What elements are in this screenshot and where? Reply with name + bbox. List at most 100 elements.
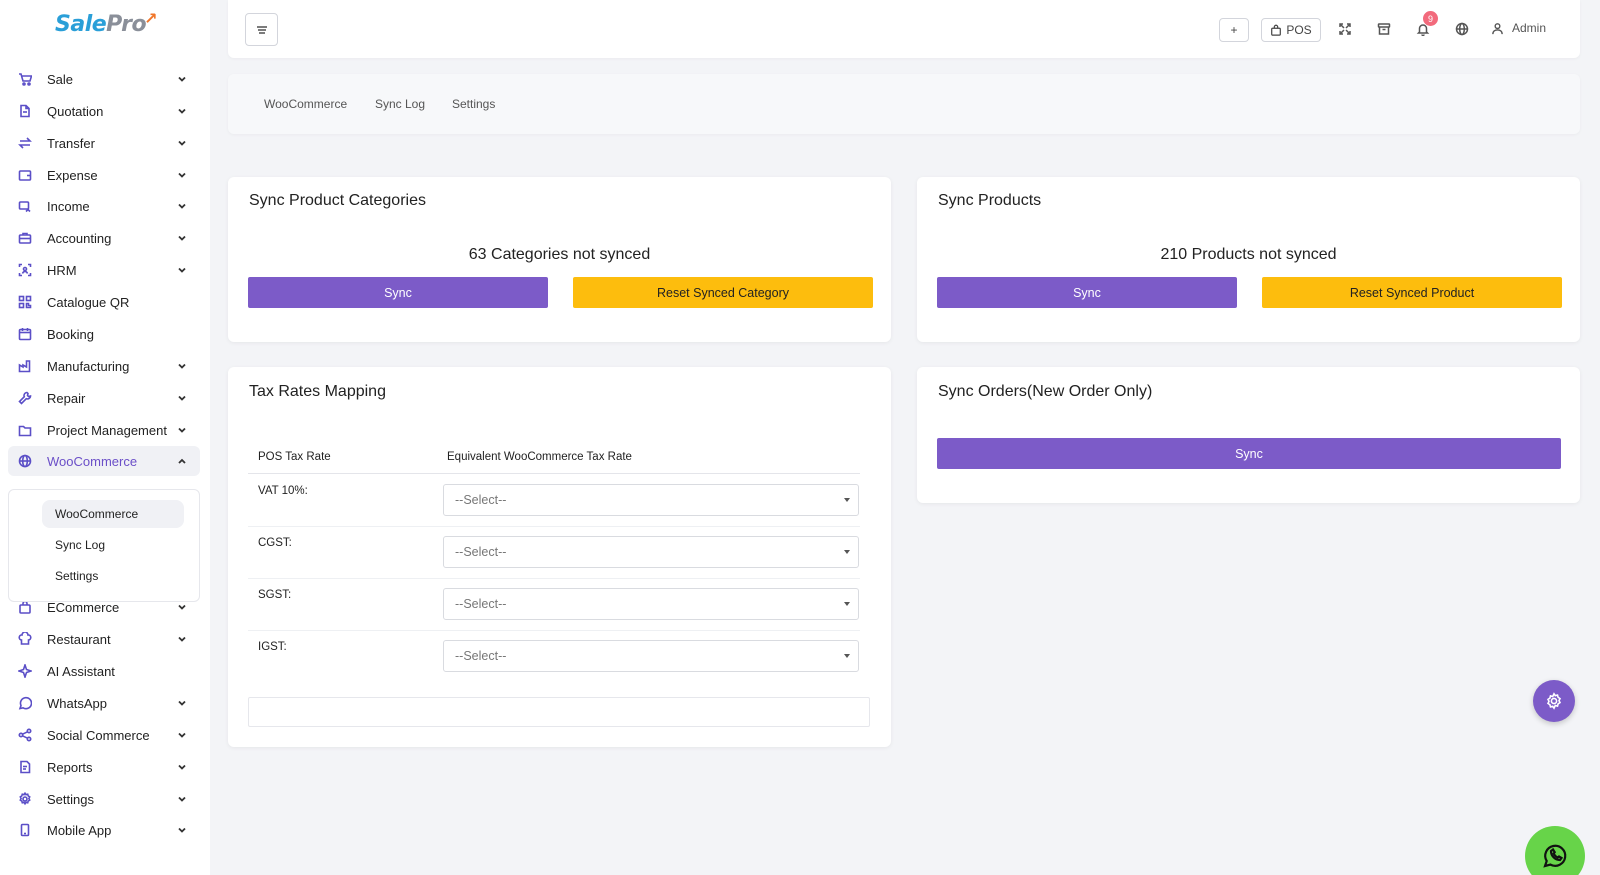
sidebar-item-quotation[interactable]: Quotation [8,96,200,126]
sidebar-item-label: Restaurant [47,631,111,647]
tax-rates-mapping-card: Tax Rates Mapping POS Tax Rate Equivalen… [228,367,891,747]
woocommerce-tax-select[interactable]: --Select-- [443,484,859,516]
sidebar-item-social-commerce[interactable]: Social Commerce [8,720,200,750]
sidebar-item-income[interactable]: Income [8,191,200,221]
sidebar-item-label: Reports [47,759,93,775]
chevron-down-icon [176,633,188,645]
settings-fab-button[interactable] [1533,680,1575,722]
wallet-icon [18,168,32,182]
globe-icon [18,454,32,468]
sidebar-item-repair[interactable]: Repair [8,383,200,413]
notification-badge: 9 [1423,11,1438,26]
card-title: Tax Rates Mapping [249,383,386,400]
sidebar-item-expense[interactable]: Expense [8,160,200,190]
sync-products-button[interactable]: Sync [937,277,1237,308]
sidebar-item-label: Repair [47,390,86,406]
income-icon [18,199,32,213]
caret-down-icon [844,654,850,658]
sidebar-item-label: Booking [47,326,94,342]
sidebar-item-sale[interactable]: Sale [8,64,200,94]
sidebar-item-woocommerce[interactable]: WooCommerce [8,446,200,476]
sync-products-card: Sync Products 210 Products not synced Sy… [917,177,1580,342]
sidebar-item-accounting[interactable]: Accounting [8,223,200,253]
tab-woocommerce[interactable]: WooCommerce [264,97,347,111]
sidebar-item-label: Quotation [47,103,104,119]
sidebar-item-ai-assistant[interactable]: AI Assistant [8,656,200,686]
woocommerce-tax-select[interactable]: --Select-- [443,536,859,568]
reset-synced-product-button[interactable]: Reset Synced Product [1262,277,1562,308]
folder-icon [18,423,32,437]
sidebar-item-label: Transfer [47,135,95,151]
sidebar-item-mobile-app[interactable]: Mobile App [8,815,200,845]
card-title: Sync Product Categories [249,192,426,209]
caret-down-icon [844,602,850,606]
fullscreen-icon [1339,23,1351,35]
fullscreen-button[interactable] [1336,20,1354,38]
transfer-icon [18,136,32,150]
user-scan-icon [18,263,32,277]
sidebar-item-label: AI Assistant [47,663,115,679]
woocommerce-tax-select[interactable]: --Select-- [443,588,859,620]
report-icon [18,760,32,774]
sidebar-item-label: Expense [47,167,98,183]
sidebar-item-whatsapp[interactable]: WhatsApp [8,688,200,718]
sidebar-item-manufacturing[interactable]: Manufacturing [8,351,200,381]
woocommerce-tax-select[interactable]: --Select-- [443,640,859,672]
submenu-item-woocommerce[interactable]: WooCommerce [42,500,184,528]
chevron-down-icon [176,392,188,404]
sidebar-item-reports[interactable]: Reports [8,752,200,782]
gear-icon [18,792,32,806]
menu-icon [256,25,267,34]
mobile-icon [18,823,32,837]
salepro-logo[interactable]: SalePro↗ [55,9,159,37]
whatsapp-icon [18,696,32,710]
wrench-icon [18,391,32,405]
tab-strip: WooCommerce Sync Log Settings [228,74,1580,134]
sidebar-item-hrm[interactable]: HRM [8,255,200,285]
tax-rate-label: CGST: [258,537,292,549]
sidebar-item-booking[interactable]: Booking [8,319,200,349]
sidebar-item-label: Sale [47,71,74,87]
categories-status: 63 Categories not synced [468,246,651,263]
chevron-down-icon [176,232,188,244]
whatsapp-fab-button[interactable] [1525,826,1585,875]
row-divider [248,526,860,527]
chevron-up-icon [176,455,188,467]
chef-icon [18,632,32,646]
sidebar-item-restaurant[interactable]: Restaurant [8,624,200,654]
user-name: Admin [1512,21,1547,35]
reset-synced-category-button[interactable]: Reset Synced Category [573,277,873,308]
sidebar-item-project-management[interactable]: Project Management [8,415,200,445]
document-icon [18,104,32,118]
chevron-down-icon [176,105,188,117]
tax-footer-box [248,697,870,727]
sync-orders-button[interactable]: Sync [937,438,1561,469]
logo-arrow-icon: ↗ [144,9,157,28]
menu-toggle-button[interactable] [245,13,278,46]
sidebar-item-transfer[interactable]: Transfer [8,128,200,158]
submenu-item-sync-log[interactable]: Sync Log [42,531,184,559]
select-value: --Select-- [455,597,507,611]
sidebar-item-catalogue-qr[interactable]: Catalogue QR [8,287,200,317]
sidebar-item-label: Accounting [47,230,112,246]
pos-button[interactable]: POS [1261,18,1321,42]
add-button[interactable]: + [1219,18,1249,42]
header-divider [248,473,860,474]
tax-rate-label: SGST: [258,589,292,601]
sparkle-icon [18,664,32,678]
submenu-item-settings[interactable]: Settings [42,562,184,590]
select-value: --Select-- [455,649,507,663]
column-header-woo-tax: Equivalent WooCommerce Tax Rate [447,451,632,463]
tab-sync-log[interactable]: Sync Log [375,97,425,111]
tab-settings[interactable]: Settings [452,97,495,111]
sync-categories-button[interactable]: Sync [248,277,548,308]
sidebar-item-settings[interactable]: Settings [8,784,200,814]
caret-down-icon [844,550,850,554]
chevron-down-icon [176,200,188,212]
archive-button[interactable] [1375,20,1393,38]
user-menu[interactable]: Admin [1491,21,1546,35]
select-value: --Select-- [455,493,507,507]
whatsapp-icon [1543,844,1567,868]
qr-icon [18,295,32,309]
language-button[interactable] [1453,20,1471,38]
